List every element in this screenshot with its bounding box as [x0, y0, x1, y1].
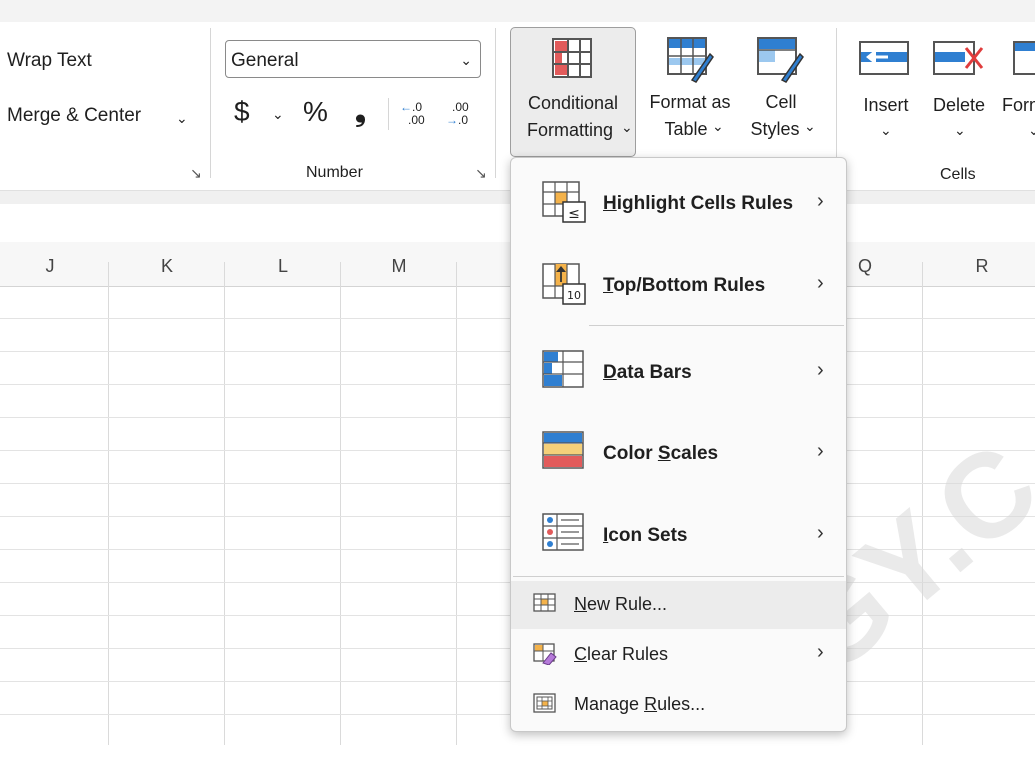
group-separator — [210, 28, 211, 178]
dec-decimal-label-a: .00 — [452, 100, 469, 114]
menu-item-manage-rules[interactable]: Manage Rules... — [511, 681, 846, 729]
manage-rules-label: Manage Rules... — [574, 694, 706, 714]
data-bars-icon — [542, 350, 584, 388]
top-bottom-label: Top/Bottom Rules — [603, 275, 766, 296]
new-rule-label: New Rule... — [574, 594, 668, 614]
percent-button[interactable]: % — [303, 96, 328, 128]
insert-label: Insert — [863, 95, 909, 115]
decrease-decimal-button[interactable]: .00 → .0 — [444, 100, 476, 132]
color-scales-icon — [542, 431, 584, 469]
currency-button[interactable]: $ — [234, 96, 250, 128]
column-header-k[interactable]: K — [147, 256, 187, 277]
format-cells-icon — [1013, 41, 1035, 75]
menu-item-highlight-cells-rules[interactable]: ≤ Highlight Cells Rules › — [511, 166, 846, 246]
menu-item-color-scales[interactable]: Color Scales › — [511, 416, 846, 496]
column-header-l[interactable]: L — [263, 256, 303, 277]
title-strip — [0, 0, 1035, 22]
number-group-label: Number — [306, 164, 363, 181]
menu-item-icon-sets[interactable]: Icon Sets › — [511, 498, 846, 578]
group-separator-2 — [495, 28, 496, 178]
cs-chevron-icon: ⌄ — [804, 118, 816, 134]
delete-label: Delete — [932, 95, 986, 115]
format-as-table-button[interactable]: Format as Table ⌄ — [640, 27, 740, 157]
conditional-formatting-menu: ≤ Highlight Cells Rules › 10 Top/Bottom … — [510, 157, 847, 732]
fat-chevron-icon: ⌄ — [712, 118, 724, 134]
fat-label-line1: Format as — [649, 92, 731, 112]
number-format-value: General — [231, 50, 299, 71]
cf-label-line2: Formatting — [526, 120, 614, 140]
wrap-text-button[interactable]: Wrap Text — [7, 50, 92, 72]
inc-decimal-label-b: .00 — [408, 113, 425, 127]
right-arrow-icon: → — [446, 113, 458, 127]
inc-decimal-label-a: .0 — [412, 100, 423, 114]
cell-styles-icon — [757, 37, 804, 83]
clear-rules-label: Clear Rules — [574, 644, 669, 664]
delete-chevron-icon: ⌄ — [954, 122, 966, 138]
submenu-arrow-icon: › — [817, 272, 824, 294]
grid-vline — [108, 262, 109, 745]
format-chevron-icon: ⌄ — [1028, 122, 1035, 138]
merge-center-button[interactable]: Merge & Center — [7, 105, 141, 127]
submenu-arrow-icon: › — [817, 522, 824, 544]
cf-chevron-icon: ⌄ — [621, 119, 633, 135]
format-as-table-icon — [667, 37, 714, 83]
format-label: Format — [1002, 95, 1035, 115]
delete-button[interactable]: Delete ⌄ — [924, 30, 994, 150]
menu-item-clear-rules[interactable]: Clear Rules › — [511, 631, 846, 679]
chevron-down-icon: ⌄ — [460, 52, 472, 68]
grid-vline — [224, 262, 225, 745]
conditional-formatting-icon — [552, 38, 592, 78]
submenu-arrow-icon: › — [817, 359, 824, 381]
submenu-arrow-icon: › — [817, 190, 824, 212]
grid-vline — [456, 262, 457, 745]
column-header-q[interactable]: Q — [845, 256, 885, 277]
alignment-launcher-icon[interactable]: ↘ — [190, 165, 202, 182]
svg-text:10: 10 — [567, 289, 581, 302]
number-separator — [388, 98, 389, 130]
cs-label-line1: Cell — [765, 92, 797, 112]
delete-cells-icon — [933, 41, 984, 75]
conditional-formatting-button[interactable]: Conditional Formatting ⌄ — [510, 27, 636, 157]
insert-chevron-icon: ⌄ — [880, 122, 892, 138]
grid-vline — [340, 262, 341, 745]
highlight-cells-label: Highlight Cells Rules — [603, 193, 794, 214]
svg-text:≤: ≤ — [568, 206, 580, 222]
menu-item-new-rule[interactable]: New Rule... — [511, 581, 846, 629]
currency-chevron-icon[interactable]: ⌄ — [272, 106, 284, 123]
column-header-j[interactable]: J — [30, 256, 70, 277]
data-bars-label: Data Bars — [603, 362, 692, 383]
cf-label-line1: Conditional — [527, 93, 619, 113]
clear-rules-icon — [533, 643, 557, 665]
comma-style-button[interactable]: ❟ — [355, 96, 366, 129]
number-launcher-icon[interactable]: ↘ — [475, 165, 487, 182]
cells-group-label: Cells — [940, 166, 976, 183]
highlight-cells-icon: ≤ — [542, 181, 586, 223]
merge-chevron-icon[interactable]: ⌄ — [176, 110, 188, 127]
top-bottom-icon: 10 — [542, 263, 586, 305]
column-header-m[interactable]: M — [379, 256, 419, 277]
icon-sets-icon — [542, 513, 584, 551]
cell-styles-button[interactable]: Cell Styles ⌄ — [742, 27, 820, 157]
insert-button[interactable]: Insert ⌄ — [852, 30, 920, 150]
cs-label-line2: Styles — [750, 119, 800, 139]
menu-item-top-bottom-rules[interactable]: 10 Top/Bottom Rules › — [511, 248, 846, 328]
group-separator-3 — [836, 28, 837, 178]
column-header-r[interactable]: R — [962, 256, 1002, 277]
manage-rules-icon — [533, 693, 556, 713]
menu-separator — [589, 325, 844, 326]
new-rule-icon — [533, 593, 556, 612]
color-scales-label: Color Scales — [603, 443, 719, 464]
left-arrow-icon: ← — [400, 100, 412, 114]
insert-cells-icon — [859, 41, 909, 75]
format-button[interactable]: Format ⌄ — [1000, 30, 1035, 150]
increase-decimal-button[interactable]: ← .0 .00 — [398, 100, 430, 132]
submenu-arrow-icon: › — [817, 641, 824, 663]
menu-separator — [513, 576, 844, 577]
number-format-select[interactable]: General ⌄ — [225, 40, 481, 78]
menu-item-data-bars[interactable]: Data Bars › — [511, 335, 846, 415]
icon-sets-label: Icon Sets — [603, 525, 688, 546]
submenu-arrow-icon: › — [817, 440, 824, 462]
dec-decimal-label-b: .0 — [458, 113, 469, 127]
